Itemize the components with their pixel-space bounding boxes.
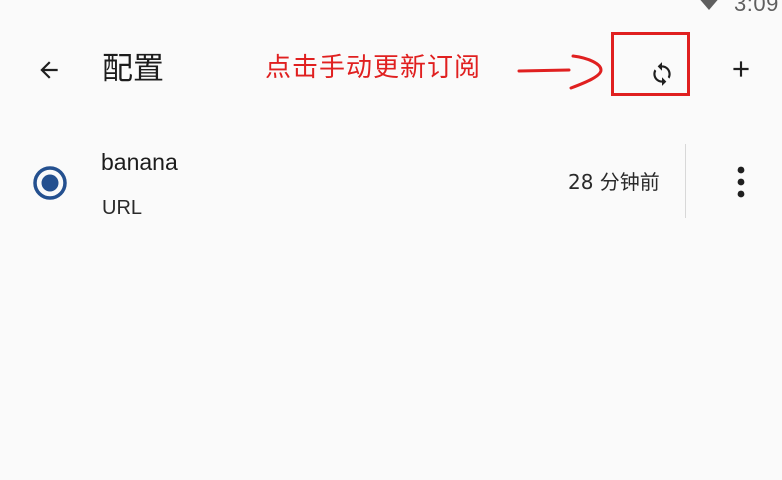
back-button[interactable] (29, 50, 69, 90)
refresh-subscription-button[interactable] (642, 54, 682, 94)
app-bar: 配置 点击手动更新订阅 (0, 30, 782, 108)
annotation-text: 点击手动更新订阅 (265, 53, 482, 83)
add-profile-button[interactable] (721, 49, 761, 89)
profile-list-item[interactable]: banana URL 28 分钟前 (0, 138, 782, 226)
row-divider (685, 144, 686, 218)
status-bar: 3:09 (0, 0, 782, 18)
annotation-arrow (517, 54, 603, 90)
profile-name: banana (101, 149, 178, 175)
page-title: 配置 (102, 51, 164, 87)
profile-radio-button[interactable] (30, 163, 70, 203)
arrow-back-icon (40, 61, 58, 79)
wifi-icon (700, 0, 718, 10)
sync-icon (653, 62, 671, 86)
status-time: 3:09 (734, 0, 779, 16)
profile-more-button[interactable] (721, 162, 761, 202)
profile-type: URL (102, 197, 143, 219)
more-vertical-icon (737, 166, 745, 198)
plus-icon (733, 61, 749, 77)
profile-updated-time: 28 分钟前 (568, 170, 660, 194)
radio-selected-icon (33, 166, 67, 200)
